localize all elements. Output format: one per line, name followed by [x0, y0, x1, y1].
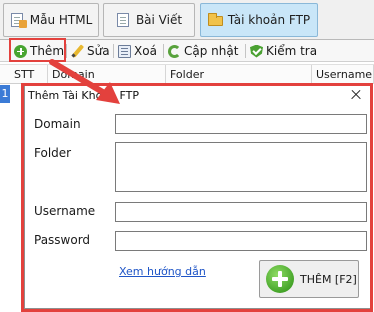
check-button[interactable]: Kiểm tra: [250, 42, 317, 60]
column-stt[interactable]: STT: [10, 65, 48, 84]
column-username[interactable]: Username: [312, 65, 374, 84]
guide-link[interactable]: Xem hướng dẫn: [119, 265, 206, 278]
domain-label: Domain: [34, 117, 81, 131]
pencil-icon: [71, 45, 84, 58]
folder-label: Folder: [34, 146, 72, 160]
password-field[interactable]: [115, 231, 367, 251]
toolbar: Thêm Sửa Xoá Cập nhật Kiểm tra: [0, 40, 374, 62]
add-button[interactable]: Thêm: [14, 42, 64, 60]
row-selector[interactable]: 1: [0, 85, 10, 103]
tab-label: Mẫu HTML: [29, 13, 93, 27]
update-button-label: Cập nhật: [184, 44, 239, 58]
check-button-label: Kiểm tra: [266, 44, 318, 58]
delete-button-label: Xoá: [134, 44, 157, 58]
edit-button-label: Sửa: [87, 44, 110, 58]
add-icon: [14, 44, 27, 58]
refresh-icon: [168, 44, 181, 58]
toolbar-divider: [245, 44, 246, 58]
add-ftp-account-dialog: Thêm Tài Khoản FTP Domain Folder Usernam…: [24, 85, 372, 309]
plus-circle-icon: [266, 265, 294, 293]
add-button-label: Thêm: [30, 44, 65, 58]
dialog-title: Thêm Tài Khoản FTP: [28, 89, 140, 102]
tab-bai-viet[interactable]: Bài Viết: [103, 3, 195, 37]
tab-label: Tài khoản FTP: [227, 13, 311, 27]
folder-field[interactable]: [115, 142, 367, 192]
username-field[interactable]: [115, 202, 367, 222]
article-icon: [116, 13, 131, 27]
username-label: Username: [34, 204, 96, 218]
toolbar-divider: [66, 44, 67, 58]
html-template-icon: [10, 13, 27, 28]
column-folder[interactable]: Folder: [166, 65, 312, 84]
add-submit-button[interactable]: THÊM [F2]: [259, 260, 359, 298]
toolbar-divider: [113, 44, 114, 58]
tab-mau-html[interactable]: Mẫu HTML: [3, 3, 99, 37]
edit-button[interactable]: Sửa: [71, 42, 110, 60]
delete-button[interactable]: Xoá: [118, 42, 157, 60]
add-submit-label: THÊM [F2]: [300, 272, 357, 286]
close-icon[interactable]: [349, 88, 363, 102]
update-button[interactable]: Cập nhật: [168, 42, 238, 60]
password-label: Password: [34, 233, 91, 247]
grid-header: STT Domain Folder Username: [0, 64, 374, 84]
toolbar-divider: [163, 44, 164, 58]
domain-field[interactable]: [115, 114, 367, 134]
delete-icon: [118, 44, 131, 58]
ftp-folder-icon: [207, 13, 223, 27]
tab-label: Bài Viết: [135, 13, 183, 27]
shield-check-icon: [250, 44, 263, 58]
tab-bar: Mẫu HTML Bài Viết Tài khoản FTP: [0, 0, 374, 40]
tab-tai-khoan-ftp[interactable]: Tài khoản FTP: [200, 3, 318, 37]
column-domain[interactable]: Domain: [48, 65, 166, 84]
